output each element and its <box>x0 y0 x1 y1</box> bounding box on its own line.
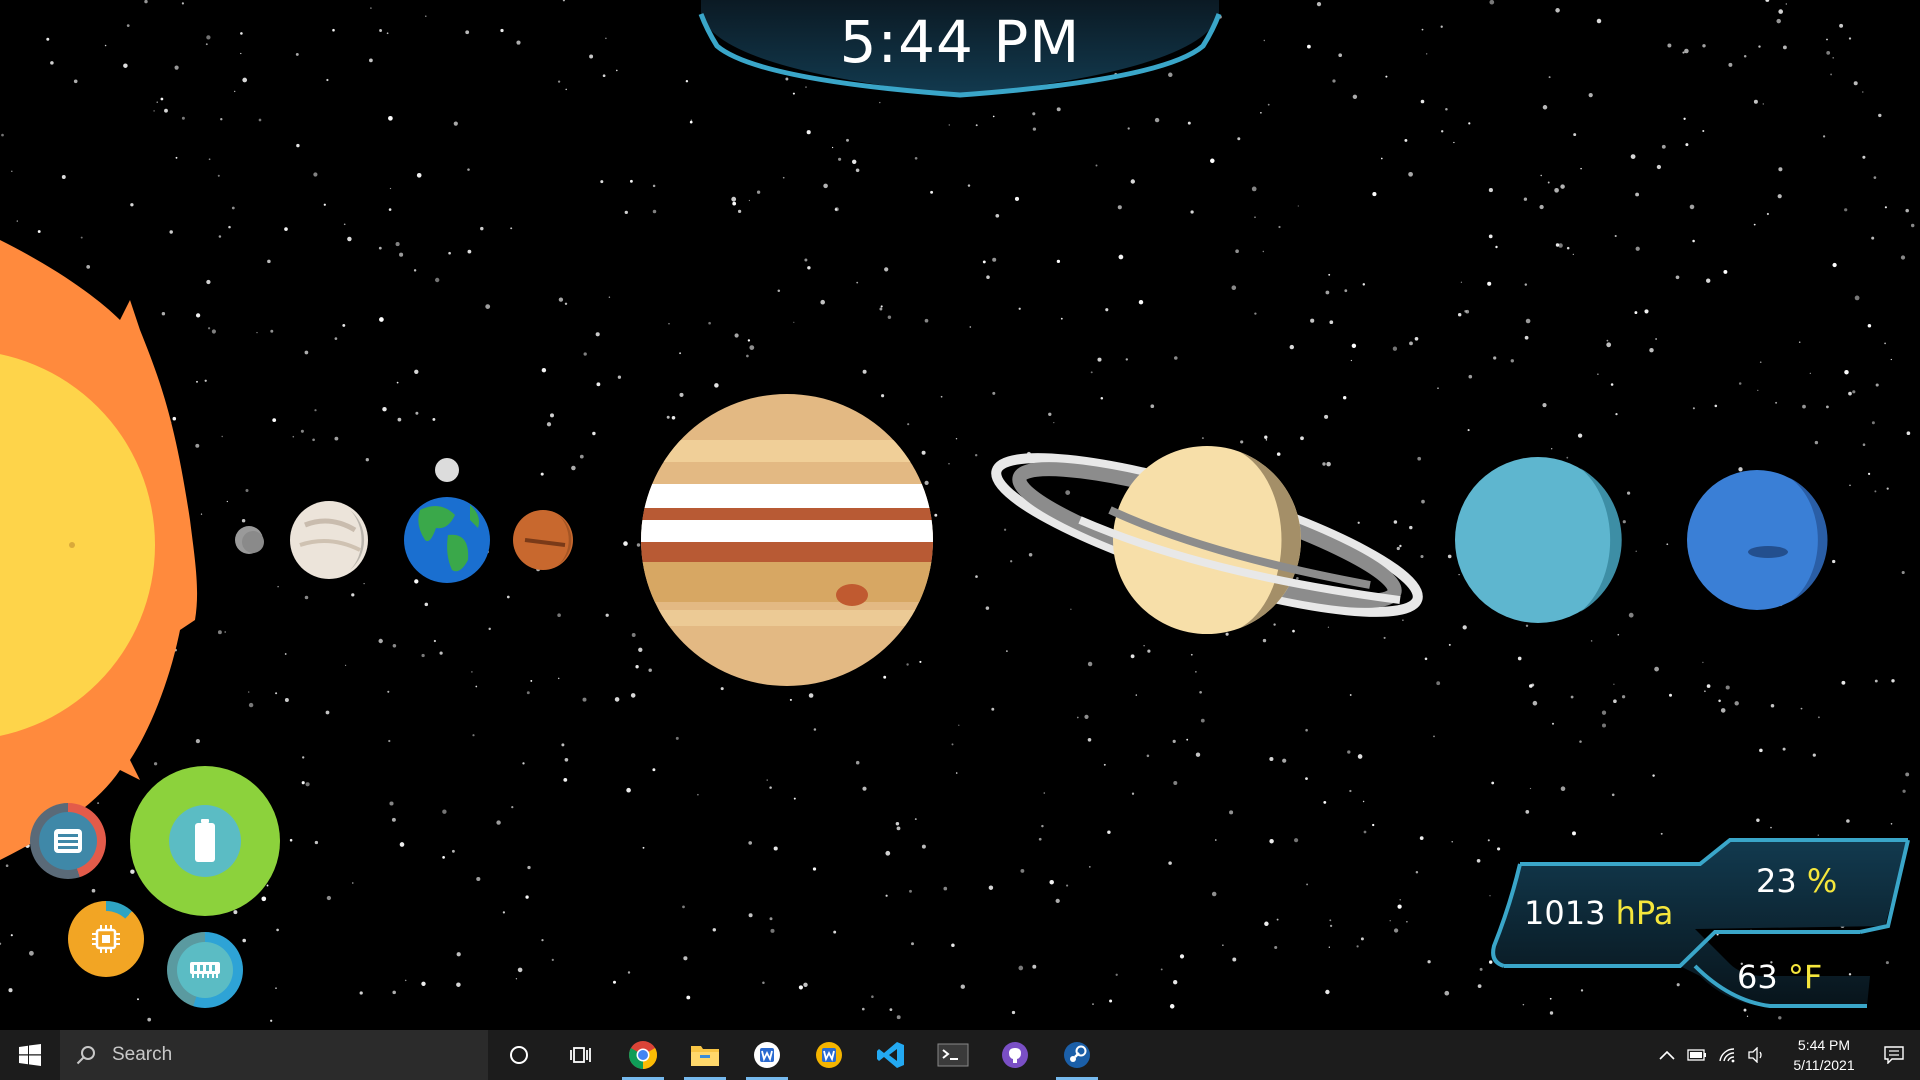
tray-clock[interactable]: 5:44 PM 5/11/2021 <box>1780 1035 1868 1075</box>
chevron-up-icon <box>1659 1050 1675 1060</box>
clock-time: 5:44 PM <box>839 8 1081 76</box>
system-tray: 5:44 PM 5/11/2021 <box>1652 1030 1920 1080</box>
task-view-icon <box>570 1047 591 1063</box>
pressure-readout: 1013 hPa <box>1524 894 1673 932</box>
battery-status-button[interactable] <box>1682 1030 1712 1080</box>
ram-monitor[interactable] <box>167 932 243 1008</box>
humidity-unit: % <box>1806 862 1838 900</box>
storage-icon <box>30 803 106 879</box>
app-w-yellow-icon <box>816 1042 842 1068</box>
vscode-icon <box>877 1042 904 1068</box>
taskbar-app-terminal[interactable] <box>922 1030 984 1080</box>
steam-icon <box>1064 1042 1090 1068</box>
file-explorer-icon <box>691 1046 719 1066</box>
planet-earth <box>404 497 490 583</box>
moon <box>435 458 459 482</box>
cpu-monitor[interactable] <box>68 901 144 977</box>
notification-icon <box>1884 1046 1904 1064</box>
start-button[interactable] <box>0 1030 60 1080</box>
cpu-icon <box>68 901 144 977</box>
github-desktop-icon <box>1002 1042 1028 1068</box>
pressure-value: 1013 <box>1524 894 1606 932</box>
ram-icon <box>167 932 243 1008</box>
app-w-blue-icon <box>754 1042 780 1068</box>
planet-neptune <box>1687 470 1828 610</box>
show-hidden-icons-button[interactable] <box>1652 1030 1682 1080</box>
battery-icon <box>130 766 280 916</box>
weather-widget: 1013 hPa 23 % 63 °F <box>1480 836 1910 1016</box>
terminal-icon <box>937 1043 969 1067</box>
volume-button[interactable] <box>1742 1030 1772 1080</box>
network-status-button[interactable] <box>1712 1030 1742 1080</box>
storage-monitor[interactable] <box>30 803 106 879</box>
clock-widget: 5:44 PM <box>697 0 1223 100</box>
humidity-readout: 23 % <box>1756 862 1837 900</box>
planet-venus <box>290 501 368 579</box>
volume-icon <box>1748 1047 1762 1063</box>
temperature-value: 63 <box>1737 958 1778 996</box>
search-icon <box>76 1046 95 1065</box>
temperature-unit: °F <box>1787 958 1823 996</box>
cortana-icon <box>510 1046 528 1064</box>
chrome-icon <box>629 1041 657 1069</box>
pressure-unit: hPa <box>1615 894 1674 932</box>
taskbar-search-box[interactable]: Search <box>60 1030 488 1080</box>
battery-icon <box>1687 1049 1706 1061</box>
planet-jupiter <box>641 394 933 686</box>
tray-date: 5/11/2021 <box>1793 1057 1855 1073</box>
battery-monitor[interactable] <box>130 766 280 916</box>
task-view-button[interactable] <box>550 1030 612 1080</box>
planet-uranus <box>1455 457 1622 623</box>
temperature-readout: 63 °F <box>1737 958 1822 996</box>
taskbar-app-w-blue[interactable] <box>736 1030 798 1080</box>
humidity-value: 23 <box>1756 862 1797 900</box>
tray-time: 5:44 PM <box>1797 1037 1851 1053</box>
taskbar: Search 5:44 PM 5/11/2021 <box>0 1030 1920 1080</box>
cortana-button[interactable] <box>488 1030 550 1080</box>
taskbar-app-github-desktop[interactable] <box>984 1030 1046 1080</box>
planet-mars <box>513 510 573 570</box>
taskbar-app-vscode[interactable] <box>860 1030 922 1080</box>
taskbar-app-w-yellow[interactable] <box>798 1030 860 1080</box>
wifi-icon <box>1719 1048 1735 1063</box>
search-placeholder: Search <box>112 1044 173 1065</box>
action-center-button[interactable] <box>1868 1030 1920 1080</box>
taskbar-app-file-explorer[interactable] <box>674 1030 736 1080</box>
windows-logo-icon <box>19 1044 41 1066</box>
taskbar-app-steam[interactable] <box>1046 1030 1108 1080</box>
taskbar-app-chrome[interactable] <box>612 1030 674 1080</box>
planet-saturn <box>991 446 1423 634</box>
